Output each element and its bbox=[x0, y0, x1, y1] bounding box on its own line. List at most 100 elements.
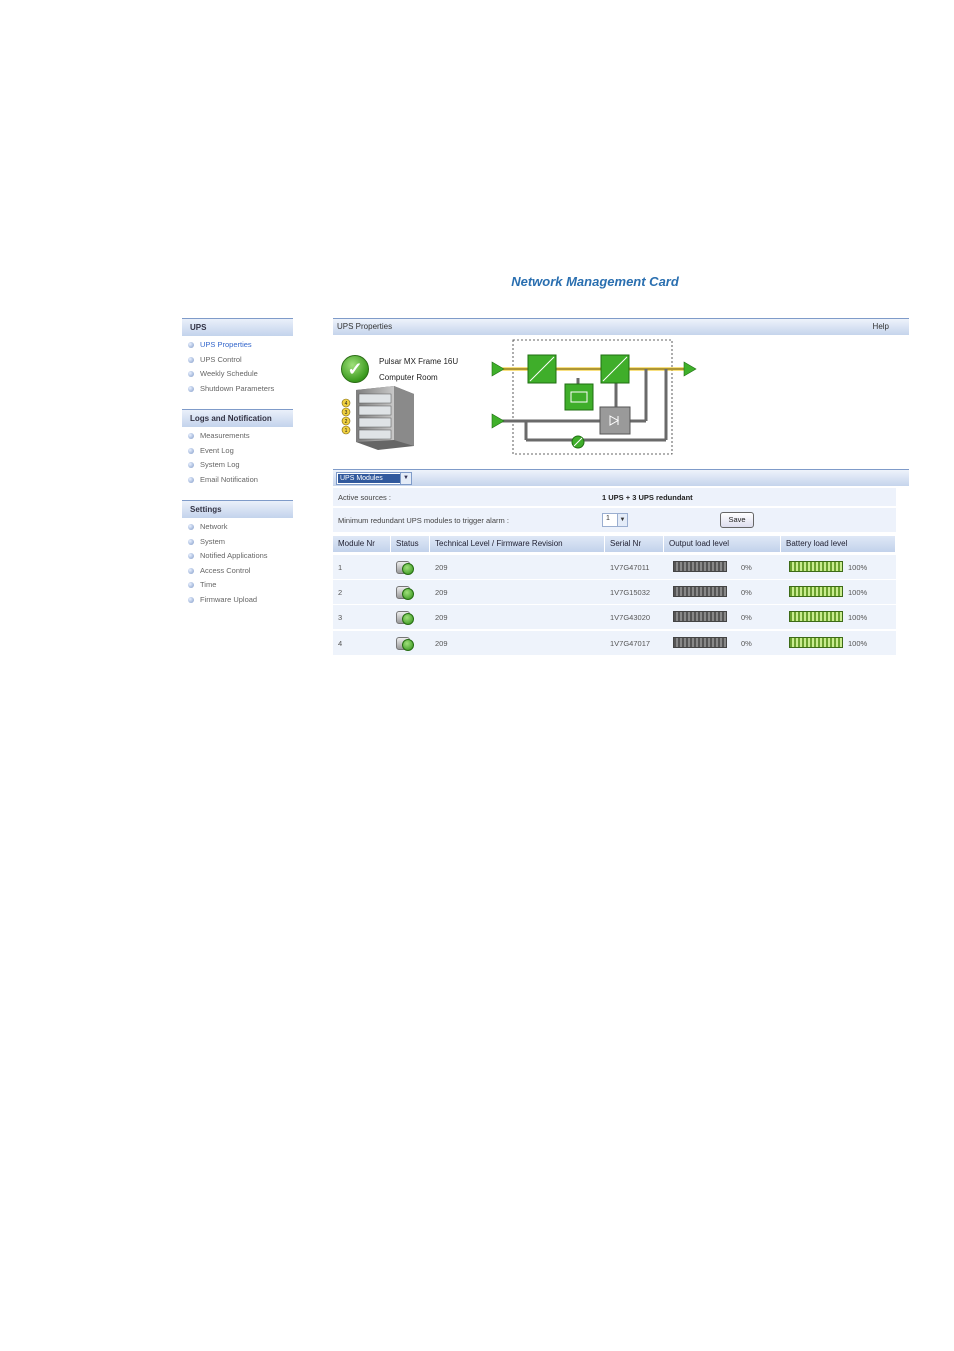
battery-load-value: 100% bbox=[848, 563, 868, 572]
module-status-ok-icon bbox=[396, 609, 414, 625]
bullet-icon bbox=[188, 538, 194, 545]
output-load-gauge bbox=[673, 586, 727, 597]
technical-level: 209 bbox=[435, 613, 448, 622]
bullet-icon bbox=[188, 385, 194, 392]
sidebar-section-logs: Logs and Notification Measurements Event… bbox=[182, 409, 293, 487]
ups-name: Pulsar MX Frame 16U bbox=[379, 357, 459, 366]
sidebar-item-system-log[interactable]: System Log bbox=[182, 458, 293, 473]
technical-level: 209 bbox=[435, 588, 448, 597]
sidebar-item-notified-applications[interactable]: Notified Applications bbox=[182, 549, 293, 564]
sidebar-section-settings: Settings Network System Notified Applica… bbox=[182, 500, 293, 608]
battery-load-value: 100% bbox=[848, 639, 868, 648]
sidebar-item-shutdown-parameters[interactable]: Shutdown Parameters bbox=[182, 382, 293, 397]
sidebar-item-weekly-schedule[interactable]: Weekly Schedule bbox=[182, 367, 293, 382]
bullet-icon bbox=[188, 342, 194, 349]
battery-load-value: 100% bbox=[848, 588, 868, 597]
battery-load-gauge bbox=[789, 637, 843, 648]
sidebar-section-title: Settings bbox=[182, 500, 293, 518]
table-row: 3 209 1V7G43020 0% 100% bbox=[333, 605, 896, 629]
output-arrow-icon bbox=[683, 361, 697, 377]
chevron-down-icon[interactable]: ▼ bbox=[617, 514, 627, 526]
active-sources-label: Active sources : bbox=[338, 493, 391, 502]
table-row: 2 209 1V7G15032 0% 100% bbox=[333, 580, 896, 604]
bullet-icon bbox=[188, 567, 194, 574]
col-header-battery-load: Battery load level bbox=[781, 536, 896, 552]
col-header-serial: Serial Nr bbox=[605, 536, 664, 552]
min-redundant-select[interactable]: 1 ▼ bbox=[602, 513, 628, 527]
rack-module-label: 3 bbox=[345, 410, 348, 416]
bullet-icon bbox=[188, 371, 194, 378]
battery-icon bbox=[564, 383, 594, 411]
bullet-icon bbox=[188, 524, 194, 531]
sidebar-item-ups-control[interactable]: UPS Control bbox=[182, 353, 293, 368]
ups-location: Computer Room bbox=[379, 373, 438, 382]
serial-number: 1V7G15032 bbox=[610, 588, 651, 597]
sidebar-item-access-control[interactable]: Access Control bbox=[182, 564, 293, 579]
rack-module-label: 2 bbox=[345, 419, 348, 425]
save-button[interactable]: Save bbox=[720, 512, 754, 528]
bullet-icon bbox=[188, 596, 194, 603]
bullet-icon bbox=[188, 356, 194, 363]
module-number: 3 bbox=[338, 613, 343, 622]
technical-level: 209 bbox=[435, 639, 448, 648]
bullet-icon bbox=[188, 433, 194, 440]
bullet-icon bbox=[188, 476, 194, 483]
panel-title: UPS Properties bbox=[337, 322, 393, 331]
active-sources-value: 1 UPS + 3 UPS redundant bbox=[602, 493, 693, 502]
battery-load-gauge bbox=[789, 611, 843, 622]
sidebar-item-ups-properties[interactable]: UPS Properties bbox=[182, 338, 293, 353]
serial-number: 1V7G47017 bbox=[610, 639, 651, 648]
bypass-input-arrow-icon bbox=[491, 413, 505, 429]
sidebar-item-firmware-upload[interactable]: Firmware Upload bbox=[182, 593, 293, 608]
output-load-value: 0% bbox=[741, 563, 752, 572]
sidebar-item-system[interactable]: System bbox=[182, 535, 293, 550]
sidebar-section-title: Logs and Notification bbox=[182, 409, 293, 427]
table-row: 1 209 1V7G47011 0% 100% bbox=[333, 555, 896, 579]
ups-ok-status-icon: ✓ bbox=[341, 355, 369, 383]
sidebar-section-title: UPS bbox=[182, 318, 293, 336]
bullet-icon bbox=[188, 582, 194, 589]
min-redundant-value: 1 bbox=[606, 515, 610, 522]
col-header-module: Module Nr bbox=[333, 536, 391, 552]
sidebar-item-event-log[interactable]: Event Log bbox=[182, 444, 293, 459]
output-load-gauge bbox=[673, 637, 727, 648]
modules-header bbox=[333, 469, 909, 486]
min-redundant-label: Minimum redundant UPS modules to trigger… bbox=[338, 516, 509, 525]
module-status-ok-icon bbox=[396, 559, 414, 575]
col-header-technical-level: Technical Level / Firmware Revision bbox=[430, 536, 605, 552]
view-select-value: UPS Modules bbox=[338, 474, 400, 483]
ups-synoptic-diagram bbox=[491, 339, 697, 455]
module-number: 1 bbox=[338, 563, 343, 572]
view-select-dropdown[interactable]: UPS Modules ▼ bbox=[336, 472, 412, 485]
module-status-ok-icon bbox=[396, 635, 414, 651]
rack-module-label: 4 bbox=[345, 401, 348, 407]
panel-header: UPS Properties Help bbox=[333, 318, 909, 335]
battery-load-value: 100% bbox=[848, 613, 868, 622]
serial-number: 1V7G47011 bbox=[610, 563, 650, 572]
col-header-output-load: Output load level bbox=[664, 536, 781, 552]
bullet-icon bbox=[188, 553, 194, 560]
sidebar-item-time[interactable]: Time bbox=[182, 578, 293, 593]
output-load-gauge bbox=[673, 561, 727, 572]
sidebar-item-network[interactable]: Network bbox=[182, 520, 293, 535]
col-header-status: Status bbox=[391, 536, 430, 552]
table-row: 4 209 1V7G47017 0% 100% bbox=[333, 631, 896, 655]
app-title: Network Management Card bbox=[511, 274, 679, 289]
output-load-value: 0% bbox=[741, 588, 752, 597]
bullet-icon bbox=[188, 447, 194, 454]
static-switch-icon bbox=[599, 406, 631, 435]
bullet-icon bbox=[188, 462, 194, 469]
sidebar-section-ups: UPS UPS Properties UPS Control Weekly Sc… bbox=[182, 318, 293, 396]
serial-number: 1V7G43020 bbox=[610, 613, 651, 622]
output-load-value: 0% bbox=[741, 613, 752, 622]
output-load-value: 0% bbox=[741, 639, 752, 648]
help-link[interactable]: Help bbox=[873, 319, 889, 335]
output-load-gauge bbox=[673, 611, 727, 622]
rack-module-label: 1 bbox=[345, 428, 348, 434]
sidebar-item-email-notification[interactable]: Email Notification bbox=[182, 473, 293, 488]
sidebar-item-measurements[interactable]: Measurements bbox=[182, 429, 293, 444]
module-number: 4 bbox=[338, 639, 343, 648]
battery-load-gauge bbox=[789, 586, 843, 597]
input-arrow-icon bbox=[491, 361, 505, 377]
chevron-down-icon[interactable]: ▼ bbox=[400, 473, 411, 484]
